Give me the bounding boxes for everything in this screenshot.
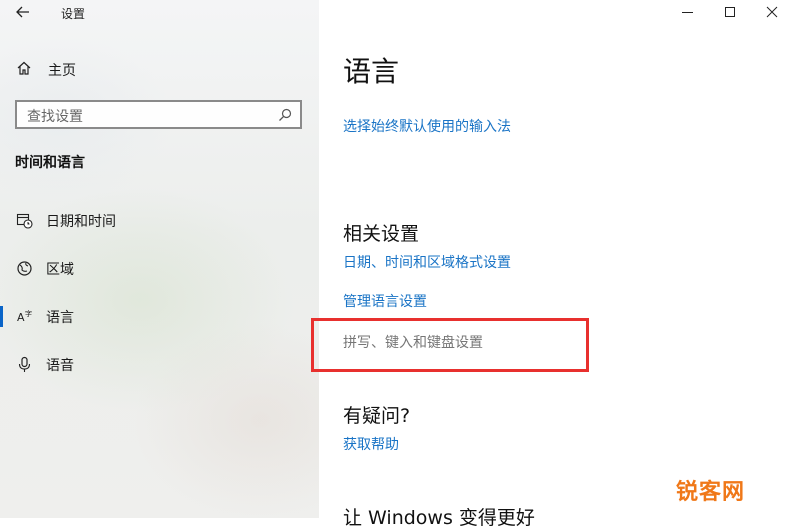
main-content: 语言 选择始终默认使用的输入法 相关设置 日期、时间和区域格式设置 管理语言设置… bbox=[311, 0, 795, 529]
titlebar-left: 设置 bbox=[0, 0, 319, 26]
close-icon bbox=[766, 6, 778, 18]
watermark: 锐客网 bbox=[676, 480, 746, 505]
app-title: 设置 bbox=[61, 7, 86, 21]
svg-text:A: A bbox=[17, 311, 25, 324]
manage-language-settings-link[interactable]: 管理语言设置 bbox=[343, 291, 427, 311]
section-title: 时间和语言 bbox=[15, 155, 85, 171]
get-help-link[interactable]: 获取帮助 bbox=[343, 434, 399, 454]
back-button[interactable] bbox=[12, 3, 34, 21]
sidebar: 设置 主页 查找设置 时间和语言 日期和时间 区域 A 字 语言 语音 bbox=[0, 0, 319, 518]
spelling-typing-keyboard-link[interactable]: 拼写、键入和键盘设置 bbox=[343, 332, 483, 352]
maximize-icon bbox=[725, 7, 735, 17]
svg-text:字: 字 bbox=[25, 309, 32, 318]
close-button[interactable] bbox=[749, 0, 795, 26]
sidebar-item-language[interactable]: A 字 语言 bbox=[0, 299, 319, 333]
related-settings-heading: 相关设置 bbox=[343, 223, 420, 245]
calendar-clock-icon bbox=[16, 213, 33, 229]
sidebar-item-speech[interactable]: 语音 bbox=[0, 347, 319, 381]
sidebar-item-region[interactable]: 区域 bbox=[0, 251, 319, 285]
selection-indicator bbox=[0, 306, 3, 327]
search-input[interactable]: 查找设置 bbox=[15, 100, 302, 129]
minimize-icon bbox=[682, 12, 693, 13]
home-label: 主页 bbox=[48, 63, 76, 79]
home-nav-item[interactable]: 主页 bbox=[16, 58, 296, 80]
minimize-button[interactable] bbox=[665, 0, 711, 26]
home-icon bbox=[17, 61, 31, 75]
microphone-icon bbox=[18, 356, 31, 372]
back-arrow-icon bbox=[16, 6, 29, 18]
page-title: 语言 bbox=[343, 55, 400, 88]
question-heading: 有疑问? bbox=[343, 405, 411, 427]
choose-input-method-link[interactable]: 选择始终默认使用的输入法 bbox=[343, 116, 511, 136]
sidebar-item-label: 语音 bbox=[46, 358, 74, 374]
search-icon bbox=[279, 108, 292, 121]
sidebar-item-label: 区域 bbox=[46, 262, 74, 278]
globe-icon bbox=[17, 261, 32, 276]
sidebar-item-label: 语言 bbox=[46, 310, 74, 326]
search-placeholder: 查找设置 bbox=[27, 109, 83, 125]
sidebar-item-date-time[interactable]: 日期和时间 bbox=[0, 203, 319, 237]
improve-windows-heading: 让 Windows 变得更好 bbox=[343, 507, 535, 529]
maximize-button[interactable] bbox=[707, 0, 753, 26]
date-time-region-format-link[interactable]: 日期、时间和区域格式设置 bbox=[343, 252, 511, 272]
language-icon: A 字 bbox=[17, 309, 32, 324]
sidebar-item-label: 日期和时间 bbox=[46, 214, 116, 230]
